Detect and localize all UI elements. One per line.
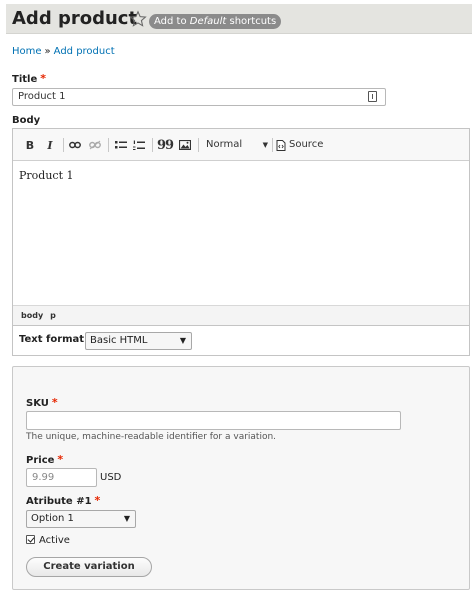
image-button[interactable] xyxy=(177,137,193,153)
chevron-down-icon: ▼ xyxy=(262,141,268,149)
image-icon xyxy=(179,140,191,150)
bulleted-list-button[interactable] xyxy=(113,137,129,153)
path-item-p[interactable]: p xyxy=(50,311,56,320)
body-editor: B I 99 Normal ▼ Source Product 1 body p xyxy=(12,128,470,326)
required-marker: * xyxy=(57,453,64,466)
sku-description: The unique, machine-readable identifier … xyxy=(26,432,277,442)
paragraph-format-select[interactable]: Normal ▼ xyxy=(206,137,268,153)
required-marker: * xyxy=(51,396,58,409)
currency-label: USD xyxy=(100,472,122,483)
text-format-label: Text format xyxy=(19,334,85,345)
title-label: Title * xyxy=(12,72,47,85)
chevron-down-icon: ▼ xyxy=(123,514,130,523)
title-input[interactable]: Product 1 xyxy=(12,88,386,106)
toolbar-separator xyxy=(108,138,109,152)
unlink-button[interactable] xyxy=(87,137,103,153)
star-icon[interactable] xyxy=(129,10,147,28)
link-button[interactable] xyxy=(67,137,83,153)
required-marker: * xyxy=(94,494,101,507)
toolbar-separator xyxy=(198,138,199,152)
editor-toolbar: B I 99 Normal ▼ Source xyxy=(13,129,469,161)
link-icon xyxy=(69,141,81,149)
element-path: body p xyxy=(13,305,469,325)
breadcrumb-home-link[interactable]: Home xyxy=(12,46,42,57)
text-format-row: Text format Basic HTML ▼ xyxy=(12,326,470,356)
toolbar-separator xyxy=(272,138,273,152)
blockquote-button[interactable]: 99 xyxy=(157,137,174,153)
unlink-icon xyxy=(89,140,101,150)
autofill-icon[interactable] xyxy=(368,91,377,102)
bulleted-list-icon xyxy=(115,141,127,149)
toolbar-separator xyxy=(152,138,153,152)
editor-content[interactable]: Product 1 xyxy=(19,169,73,182)
price-label: Price * xyxy=(26,453,64,466)
sku-input[interactable] xyxy=(26,411,401,430)
sku-label: SKU * xyxy=(26,396,58,409)
required-marker: * xyxy=(40,72,47,85)
page-header: Add product Add to Default shortcuts xyxy=(6,4,472,34)
breadcrumb: Home» Add product xyxy=(12,46,115,57)
active-label[interactable]: Active xyxy=(39,535,70,546)
numbered-list-icon xyxy=(133,140,145,150)
path-item-body[interactable]: body xyxy=(21,311,43,320)
shortcut-badge[interactable]: Add to Default shortcuts xyxy=(149,14,282,29)
body-label: Body xyxy=(12,115,41,126)
price-input[interactable]: 9.99 xyxy=(26,468,97,487)
toolbar-separator xyxy=(63,138,64,152)
bold-button[interactable]: B xyxy=(23,137,37,153)
create-variation-button[interactable]: Create variation xyxy=(26,557,152,577)
attribute-label: Atribute #1 * xyxy=(26,494,101,507)
text-format-select[interactable]: Basic HTML ▼ xyxy=(85,332,192,350)
italic-button[interactable]: I xyxy=(43,137,57,153)
breadcrumb-current-link[interactable]: Add product xyxy=(54,46,115,57)
source-icon xyxy=(276,139,286,151)
shortcut-set-name: Default xyxy=(189,16,227,27)
numbered-list-button[interactable] xyxy=(131,137,147,153)
attribute-select[interactable]: Option 1 ▼ xyxy=(26,510,136,528)
page-title: Add product xyxy=(12,8,138,29)
chevron-down-icon: ▼ xyxy=(179,336,186,345)
breadcrumb-separator: » xyxy=(44,46,51,57)
active-checkbox[interactable] xyxy=(26,535,35,544)
source-button[interactable]: Source xyxy=(276,137,323,153)
